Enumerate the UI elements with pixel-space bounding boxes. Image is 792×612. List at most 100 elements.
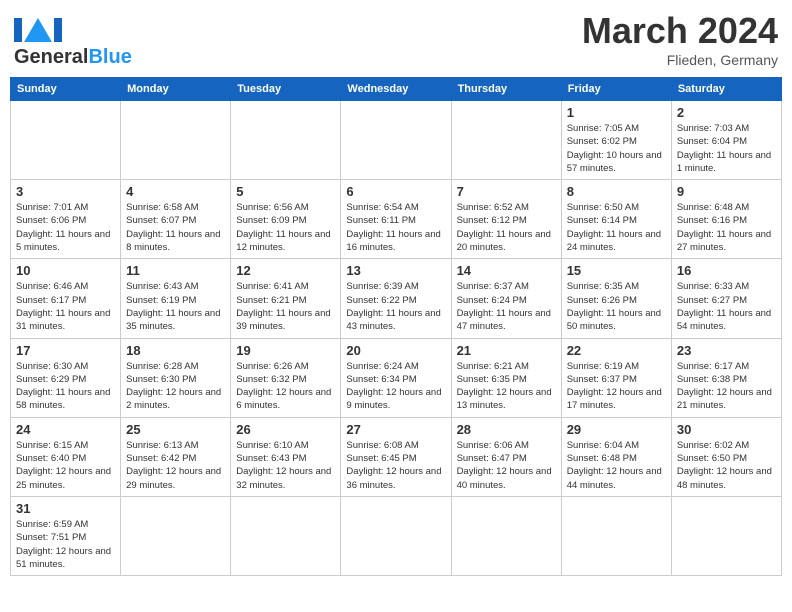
calendar-week-row: 3Sunrise: 7:01 AM Sunset: 6:06 PM Daylig… <box>11 180 782 259</box>
calendar-cell: 8 Sunrise: 6:50 AM Sunset: 6:14 PM Daylig… <box>561 180 671 259</box>
calendar-cell: 1Sunrise: 7:05 AM Sunset: 6:02 PM Daylig… <box>561 101 671 180</box>
header-monday: Monday <box>121 78 231 101</box>
calendar-cell <box>231 101 341 180</box>
day-info: Sunrise: 6:08 AM Sunset: 6:45 PM Dayligh… <box>346 439 445 492</box>
day-number: 23 <box>677 343 776 358</box>
day-number: 8 <box>567 184 666 199</box>
day-number: 31 <box>16 501 115 516</box>
day-info: Sunrise: 6:56 AM Sunset: 6:09 PM Dayligh… <box>236 201 335 254</box>
logo-icon <box>14 10 66 50</box>
calendar-cell: 2 Sunrise: 7:03 AM Sunset: 6:04 PM Daylig… <box>671 101 781 180</box>
calendar-cell: 20Sunrise: 6:24 AM Sunset: 6:34 PM Dayli… <box>341 338 451 417</box>
logo-general-text: General <box>14 46 88 69</box>
day-number: 29 <box>567 422 666 437</box>
day-number: 14 <box>457 263 556 278</box>
day-number: 25 <box>126 422 225 437</box>
day-info: Sunrise: 6:19 AM Sunset: 6:37 PM Dayligh… <box>567 360 666 413</box>
calendar-cell: 13Sunrise: 6:39 AM Sunset: 6:22 PM Dayli… <box>341 259 451 338</box>
calendar-cell: 27 Sunrise: 6:08 AM Sunset: 6:45 PM Dayli… <box>341 417 451 496</box>
day-number: 7 <box>457 184 556 199</box>
calendar-cell: 15 Sunrise: 6:35 AM Sunset: 6:26 PM Dayli… <box>561 259 671 338</box>
calendar-table: Sunday Monday Tuesday Wednesday Thursday… <box>10 77 782 576</box>
calendar-cell <box>671 496 781 575</box>
day-number: 26 <box>236 422 335 437</box>
day-info: Sunrise: 6:52 AM Sunset: 6:12 PM Dayligh… <box>457 201 556 254</box>
day-number: 2 <box>677 105 776 120</box>
day-number: 30 <box>677 422 776 437</box>
day-number: 12 <box>236 263 335 278</box>
day-info: Sunrise: 6:30 AM Sunset: 6:29 PM Dayligh… <box>16 360 115 413</box>
page-header: GeneralBlue March 2024 Flieden, Germany <box>10 10 782 69</box>
calendar-cell: 23Sunrise: 6:17 AM Sunset: 6:38 PM Dayli… <box>671 338 781 417</box>
day-number: 24 <box>16 422 115 437</box>
calendar-cell: 28Sunrise: 6:06 AM Sunset: 6:47 PM Dayli… <box>451 417 561 496</box>
month-title: March 2024 <box>582 10 778 52</box>
calendar-cell: 12 Sunrise: 6:41 AM Sunset: 6:21 PM Dayli… <box>231 259 341 338</box>
calendar-cell: 9 Sunrise: 6:48 AM Sunset: 6:16 PM Daylig… <box>671 180 781 259</box>
day-info: Sunrise: 6:37 AM Sunset: 6:24 PM Dayligh… <box>457 280 556 333</box>
calendar-cell: 17Sunrise: 6:30 AM Sunset: 6:29 PM Dayli… <box>11 338 121 417</box>
calendar-cell: 19 Sunrise: 6:26 AM Sunset: 6:32 PM Dayli… <box>231 338 341 417</box>
calendar-cell <box>341 101 451 180</box>
calendar-cell: 21 Sunrise: 6:21 AM Sunset: 6:35 PM Dayli… <box>451 338 561 417</box>
calendar-cell <box>341 496 451 575</box>
day-info: Sunrise: 6:28 AM Sunset: 6:30 PM Dayligh… <box>126 360 225 413</box>
calendar-week-row: 10Sunrise: 6:46 AM Sunset: 6:17 PM Dayli… <box>11 259 782 338</box>
calendar-cell <box>231 496 341 575</box>
calendar-cell: 16Sunrise: 6:33 AM Sunset: 6:27 PM Dayli… <box>671 259 781 338</box>
day-number: 16 <box>677 263 776 278</box>
header-sunday: Sunday <box>11 78 121 101</box>
day-number: 11 <box>126 263 225 278</box>
header-friday: Friday <box>561 78 671 101</box>
calendar-cell <box>11 101 121 180</box>
header-tuesday: Tuesday <box>231 78 341 101</box>
calendar-cell: 22 Sunrise: 6:19 AM Sunset: 6:37 PM Dayli… <box>561 338 671 417</box>
location-subtitle: Flieden, Germany <box>582 52 778 68</box>
day-info: Sunrise: 6:43 AM Sunset: 6:19 PM Dayligh… <box>126 280 225 333</box>
calendar-cell <box>451 496 561 575</box>
calendar-cell: 14 Sunrise: 6:37 AM Sunset: 6:24 PM Dayli… <box>451 259 561 338</box>
calendar-cell: 10Sunrise: 6:46 AM Sunset: 6:17 PM Dayli… <box>11 259 121 338</box>
calendar-cell: 5Sunrise: 6:56 AM Sunset: 6:09 PM Daylig… <box>231 180 341 259</box>
day-info: Sunrise: 7:03 AM Sunset: 6:04 PM Dayligh… <box>677 122 776 175</box>
day-info: Sunrise: 6:50 AM Sunset: 6:14 PM Dayligh… <box>567 201 666 254</box>
day-info: Sunrise: 6:04 AM Sunset: 6:48 PM Dayligh… <box>567 439 666 492</box>
calendar-week-row: 24 Sunrise: 6:15 AM Sunset: 6:40 PM Dayli… <box>11 417 782 496</box>
title-section: March 2024 Flieden, Germany <box>582 10 778 68</box>
calendar-cell: 7 Sunrise: 6:52 AM Sunset: 6:12 PM Daylig… <box>451 180 561 259</box>
day-number: 22 <box>567 343 666 358</box>
day-info: Sunrise: 6:21 AM Sunset: 6:35 PM Dayligh… <box>457 360 556 413</box>
day-number: 4 <box>126 184 225 199</box>
day-info: Sunrise: 6:41 AM Sunset: 6:21 PM Dayligh… <box>236 280 335 333</box>
day-number: 18 <box>126 343 225 358</box>
calendar-cell <box>561 496 671 575</box>
calendar-cell: 29 Sunrise: 6:04 AM Sunset: 6:48 PM Dayli… <box>561 417 671 496</box>
day-number: 19 <box>236 343 335 358</box>
calendar-week-row: 1Sunrise: 7:05 AM Sunset: 6:02 PM Daylig… <box>11 101 782 180</box>
day-info: Sunrise: 6:06 AM Sunset: 6:47 PM Dayligh… <box>457 439 556 492</box>
day-info: Sunrise: 6:59 AM Sunset: 7:51 PM Dayligh… <box>16 518 115 571</box>
calendar-cell: 18 Sunrise: 6:28 AM Sunset: 6:30 PM Dayli… <box>121 338 231 417</box>
day-info: Sunrise: 6:15 AM Sunset: 6:40 PM Dayligh… <box>16 439 115 492</box>
calendar-cell: 3Sunrise: 7:01 AM Sunset: 6:06 PM Daylig… <box>11 180 121 259</box>
day-number: 9 <box>677 184 776 199</box>
calendar-cell <box>451 101 561 180</box>
calendar-cell: 6Sunrise: 6:54 AM Sunset: 6:11 PM Daylig… <box>341 180 451 259</box>
day-info: Sunrise: 6:35 AM Sunset: 6:26 PM Dayligh… <box>567 280 666 333</box>
day-number: 21 <box>457 343 556 358</box>
calendar-cell: 11 Sunrise: 6:43 AM Sunset: 6:19 PM Dayli… <box>121 259 231 338</box>
day-info: Sunrise: 6:02 AM Sunset: 6:50 PM Dayligh… <box>677 439 776 492</box>
weekday-header-row: Sunday Monday Tuesday Wednesday Thursday… <box>11 78 782 101</box>
day-number: 27 <box>346 422 445 437</box>
day-info: Sunrise: 6:48 AM Sunset: 6:16 PM Dayligh… <box>677 201 776 254</box>
logo-blue-text: Blue <box>88 46 131 69</box>
day-info: Sunrise: 7:05 AM Sunset: 6:02 PM Dayligh… <box>567 122 666 175</box>
header-saturday: Saturday <box>671 78 781 101</box>
day-number: 15 <box>567 263 666 278</box>
day-number: 13 <box>346 263 445 278</box>
header-wednesday: Wednesday <box>341 78 451 101</box>
calendar-cell: 30 Sunrise: 6:02 AM Sunset: 6:50 PM Dayli… <box>671 417 781 496</box>
calendar-week-row: 31 Sunrise: 6:59 AM Sunset: 7:51 PM Dayli… <box>11 496 782 575</box>
calendar-week-row: 17Sunrise: 6:30 AM Sunset: 6:29 PM Dayli… <box>11 338 782 417</box>
day-info: Sunrise: 6:26 AM Sunset: 6:32 PM Dayligh… <box>236 360 335 413</box>
